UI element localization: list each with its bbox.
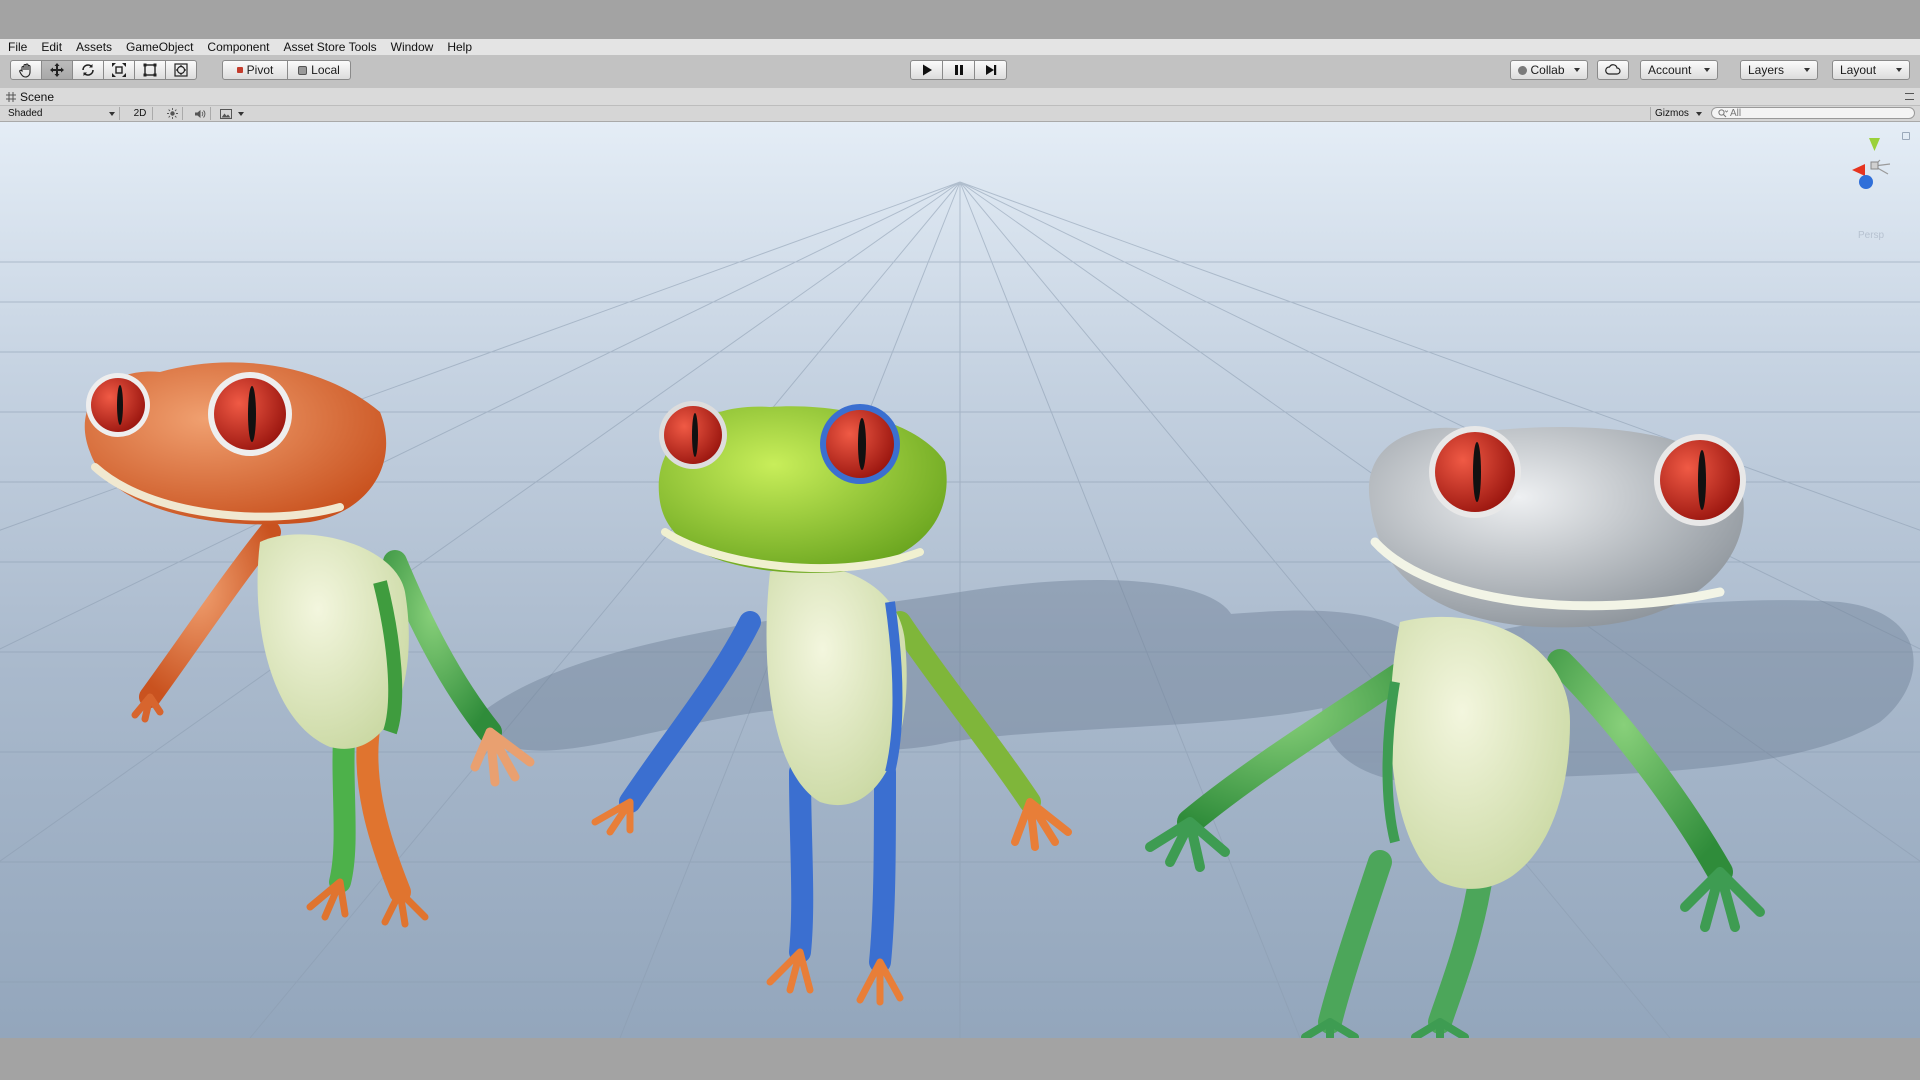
scale-icon xyxy=(112,63,126,77)
scene-tab-label: Scene xyxy=(20,89,55,104)
shading-mode-dropdown[interactable]: Shaded xyxy=(4,107,120,120)
search-icon xyxy=(1718,108,1728,117)
layout-dropdown[interactable]: Layout xyxy=(1832,60,1910,80)
layout-label: Layout xyxy=(1840,63,1877,77)
scene-search-field[interactable]: All xyxy=(1711,107,1915,119)
gizmos-dropdown[interactable]: Gizmos xyxy=(1650,107,1702,120)
menu-file[interactable]: File xyxy=(1,39,34,55)
menu-gameobject[interactable]: GameObject xyxy=(119,39,200,55)
layers-label: Layers xyxy=(1748,63,1785,77)
transform-tools xyxy=(10,60,197,80)
gizmos-label: Gizmos xyxy=(1655,108,1689,119)
hand-icon xyxy=(19,63,31,78)
menu-edit[interactable]: Edit xyxy=(34,39,69,55)
cloud-group xyxy=(1597,60,1629,80)
rotate-tool-button[interactable] xyxy=(72,60,104,80)
menu-asset-store-tools[interactable]: Asset Store Tools xyxy=(276,39,383,55)
mode-2d-toggle[interactable]: 2D xyxy=(128,107,153,120)
local-button[interactable]: Local xyxy=(287,60,351,80)
account-label: Account xyxy=(1648,63,1692,77)
menu-component[interactable]: Component xyxy=(200,39,276,55)
scene-options-bar: Shaded 2D Gizmos All xyxy=(0,106,1920,122)
frog-shadows xyxy=(470,580,1914,784)
rotate-icon xyxy=(82,64,94,76)
rect-icon xyxy=(143,63,157,77)
account-dropdown[interactable]: Account xyxy=(1640,60,1718,80)
lock-icon[interactable] xyxy=(1902,132,1910,140)
pivot-button[interactable]: Pivot xyxy=(222,60,288,80)
transform-icon xyxy=(174,63,188,77)
orange-frog-model[interactable] xyxy=(84,362,535,928)
step-icon xyxy=(985,65,996,75)
pivot-icon xyxy=(236,67,243,73)
cloud-icon xyxy=(1605,64,1621,75)
image-icon xyxy=(220,108,232,119)
scene-viewport[interactable]: Persp xyxy=(0,122,1920,1038)
axis-gizmo-icon xyxy=(1852,138,1891,189)
sun-icon xyxy=(166,108,178,119)
shading-mode-label: Shaded xyxy=(8,108,43,119)
play-controls xyxy=(910,60,1007,80)
collab-label: Collab xyxy=(1530,63,1565,77)
pivot-label: Pivot xyxy=(246,63,274,77)
check-icon xyxy=(1518,65,1528,75)
search-placeholder: All xyxy=(1730,107,1742,119)
account-group: Account xyxy=(1640,60,1718,80)
pivot-group: Pivot Local xyxy=(222,60,351,80)
grid-icon xyxy=(6,91,16,102)
cloud-button[interactable] xyxy=(1597,60,1629,80)
lighting-toggle[interactable] xyxy=(162,107,183,120)
play-icon xyxy=(922,64,932,76)
layers-group: Layers xyxy=(1740,60,1818,80)
effects-dropdown[interactable] xyxy=(218,107,248,120)
pause-icon xyxy=(954,65,963,75)
menu-bar: File Edit Assets GameObject Component As… xyxy=(0,39,1920,56)
scene-orientation-gizmo[interactable]: Persp xyxy=(1838,134,1910,241)
main-toolbar: Pivot Local Collab Account Layers Layout xyxy=(0,55,1920,89)
scene-tab[interactable]: Scene xyxy=(6,88,54,105)
transform-tool-button[interactable] xyxy=(165,60,197,80)
window-top-band xyxy=(0,0,1920,39)
layout-group: Layout xyxy=(1832,60,1910,80)
menu-help[interactable]: Help xyxy=(440,39,479,55)
scale-tool-button[interactable] xyxy=(103,60,135,80)
move-icon xyxy=(50,63,64,77)
local-icon xyxy=(298,65,308,75)
audio-toggle[interactable] xyxy=(190,107,211,120)
tab-menu-icon[interactable] xyxy=(1905,93,1914,100)
collab-group: Collab xyxy=(1510,60,1588,80)
local-label: Local xyxy=(311,63,340,77)
window-bottom-band xyxy=(0,1038,1920,1080)
menu-window[interactable]: Window xyxy=(384,39,441,55)
layers-dropdown[interactable]: Layers xyxy=(1740,60,1818,80)
menu-assets[interactable]: Assets xyxy=(69,39,119,55)
hand-tool-button[interactable] xyxy=(10,60,42,80)
mode-2d-label: 2D xyxy=(133,108,147,119)
speaker-icon xyxy=(195,109,206,118)
pause-button[interactable] xyxy=(942,60,975,80)
scene-render xyxy=(0,181,1920,1038)
rect-tool-button[interactable] xyxy=(134,60,166,80)
scene-tab-bar: Scene xyxy=(0,88,1920,106)
play-button[interactable] xyxy=(910,60,943,80)
view-projection-label[interactable]: Persp xyxy=(1858,230,1884,241)
move-tool-button[interactable] xyxy=(41,60,73,80)
collab-dropdown[interactable]: Collab xyxy=(1510,60,1588,80)
step-button[interactable] xyxy=(974,60,1007,80)
